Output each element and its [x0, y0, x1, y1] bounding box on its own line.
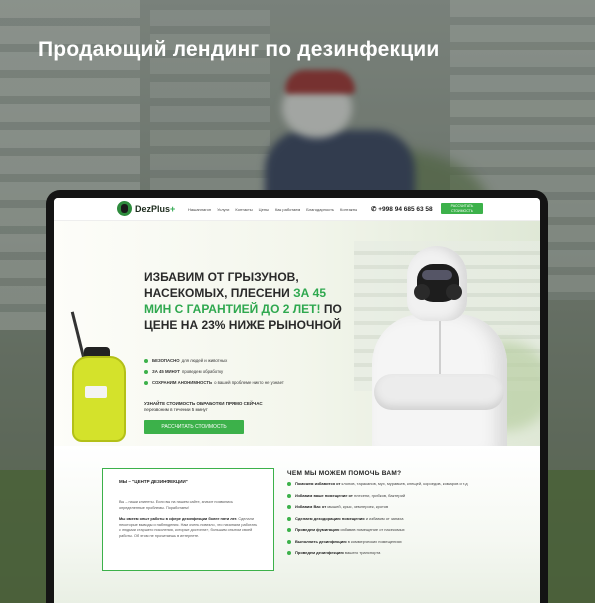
info-section: МЫ – "ЦЕНТР ДЕЗИНФЕКЦИИ" Вы – наши клиен… — [54, 446, 540, 603]
bullet-icon — [287, 528, 291, 532]
about-experience: Мы имеем опыт работы в сфере дезинфекции… — [119, 517, 258, 538]
calculate-cost-button[interactable]: РАССЧИТАТЬ СТОИМОСТЬ — [144, 420, 244, 434]
phone-icon: ✆ — [371, 206, 377, 213]
about-card: МЫ – "ЦЕНТР ДЕЗИНФЕКЦИИ" Вы – наши клиен… — [102, 468, 274, 571]
help-title: ЧЕМ МЫ МОЖЕМ ПОМОЧЬ ВАМ? — [287, 470, 402, 477]
nav-link[interactable]: Цены — [259, 207, 269, 212]
bullet-icon — [287, 516, 291, 521]
landing-preview: DezPlus+ Нашаплагон Услуги Контакты Цены… — [54, 198, 540, 603]
list-item: Проведем дезинфекцию вашего транспорта — [287, 550, 527, 556]
bullet-icon — [144, 369, 148, 374]
nav-link[interactable]: Нашаплагон — [188, 207, 211, 212]
help-list: Поможем избавится от клопов, тараканов, … — [287, 481, 527, 562]
hazmat-worker-image — [362, 246, 512, 464]
nav-cta-button[interactable]: РАССЧИТАТЬ СТОИМОСТЬ — [441, 203, 483, 214]
hero-bullets: БЕЗОПАСНО для людей и животных ЗА 45 МИНУ… — [144, 358, 284, 391]
site-navbar: DezPlus+ Нашаплагон Услуги Контакты Цены… — [54, 198, 540, 221]
list-item: Сделаем дезодорацию помещения и избавим … — [287, 516, 527, 522]
nav-link[interactable]: Благодарность — [306, 207, 334, 212]
bullet-icon — [287, 493, 291, 498]
list-item: Выполнить дезинфекцию в коммерческих пом… — [287, 539, 527, 545]
nav-link[interactable]: Как работаем — [275, 207, 300, 212]
cta-caption: УЗНАЙТЕ СТОИМОСТЬ ОБРАБОТКИ ПРЯМО СЕЙЧАС… — [144, 401, 263, 412]
hero-bullet: СОХРАНИМ АНОНИМНОСТЬ о вашей проблеме ник… — [144, 380, 284, 385]
hero-title: ИЗБАВИМ ОТ ГРЫЗУНОВ, НАСЕКОМЫХ, ПЛЕСЕНИ … — [144, 270, 342, 332]
list-item: Проведем фумигацию избавив помещение от … — [287, 527, 527, 533]
nav-menu: Нашаплагон Услуги Контакты Цены Как рабо… — [188, 207, 357, 212]
bullet-icon — [144, 380, 148, 385]
page-title: Продающий лендинг по дезинфекции — [38, 38, 440, 61]
sprayer-image — [60, 311, 130, 451]
list-item: Избавим Вас от мышей, крыс, землероек, к… — [287, 504, 527, 510]
bullet-icon — [287, 551, 291, 555]
hero-bullet: БЕЗОПАСНО для людей и животных — [144, 358, 284, 363]
hero-section: ИЗБАВИМ ОТ ГРЫЗУНОВ, НАСЕКОМЫХ, ПЛЕСЕНИ … — [54, 221, 540, 464]
bullet-icon — [144, 358, 148, 363]
site-logo[interactable]: DezPlus+ — [135, 204, 175, 214]
about-text: Вы – наши клиенты. Если вы на нашем сайт… — [119, 500, 233, 510]
phone-number[interactable]: ✆ +998 94 685 63 58 — [371, 205, 433, 213]
bullet-icon — [287, 505, 291, 509]
list-item: Избавим ваше помещение от плесени, грибк… — [287, 493, 527, 499]
nav-link[interactable]: Услуги — [217, 207, 229, 212]
about-title: МЫ – "ЦЕНТР ДЕЗИНФЕКЦИИ" — [119, 479, 188, 484]
bullet-icon — [287, 539, 291, 544]
bullet-icon — [287, 482, 291, 486]
list-item: Поможем избавится от клопов, тараканов, … — [287, 481, 527, 487]
nav-link[interactable]: Контакты — [235, 207, 252, 212]
nav-link[interactable]: Контакты — [340, 207, 357, 212]
hero-bullet: ЗА 45 МИНУТ проведем обработку — [144, 369, 284, 374]
logo-icon — [117, 201, 132, 216]
